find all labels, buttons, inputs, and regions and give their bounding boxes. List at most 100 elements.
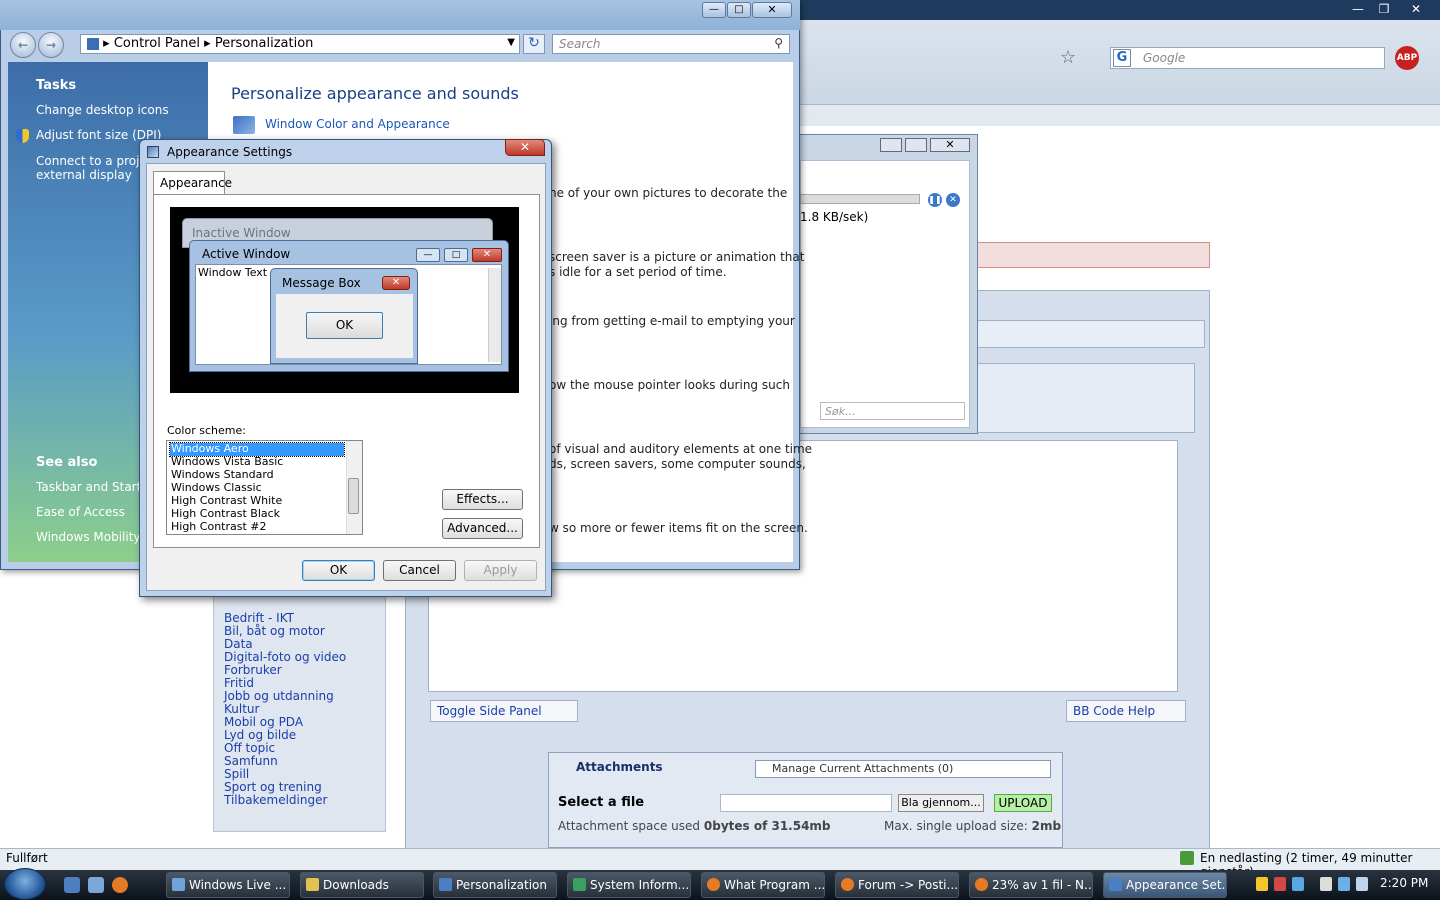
forum-category-link[interactable]: Off topic [224,741,275,755]
taskbar-item[interactable]: 23% av 1 fil - N... [969,872,1093,898]
back-icon[interactable]: ← [10,32,36,58]
apply-button[interactable]: Apply [464,560,537,581]
effects-button[interactable]: Effects... [442,489,523,510]
refresh-icon[interactable]: ↻ [523,34,545,54]
forum-category-link[interactable]: Data [224,637,253,651]
clock[interactable]: 2:20 PM [1380,876,1428,890]
bb-code-help-button[interactable]: BB Code Help [1066,700,1186,722]
maximize-icon[interactable] [905,138,927,152]
maximize-icon[interactable]: □ [727,2,751,18]
preview-active-title: Active Window [202,247,291,261]
desc-text: s idle for a set period of time. [549,265,727,279]
advanced-button[interactable]: Advanced... [442,518,523,539]
search-input[interactable]: Search ⚲ [552,34,790,54]
show-desktop-icon[interactable] [64,877,80,893]
breadcrumb-separator-icon: ▸ [103,36,110,51]
forum-category-link[interactable]: Fritid [224,676,254,690]
minimize-icon[interactable]: — [1345,0,1371,18]
forum-category-link[interactable]: Bedrift - IKT [224,611,294,625]
max-upload: Max. single upload size: 2mb [884,819,1061,833]
download-progress [800,194,920,204]
window-color-link[interactable]: Window Color and Appearance [265,117,450,131]
forum-category-link[interactable]: Bil, båt og motor [224,624,325,638]
forum-category-link[interactable]: Kultur [224,702,259,716]
close-icon[interactable]: ✕ [752,2,792,18]
display-icon [233,116,255,134]
address-bar[interactable]: ▸ Control Panel ▸ Personalization ▼ [80,34,520,54]
forum-category-link[interactable]: Tilbakemeldinger [224,793,327,807]
wifi-icon[interactable] [1338,877,1350,891]
bookmark-star-icon[interactable]: ☆ [1060,47,1076,68]
battery-icon[interactable] [1320,877,1332,891]
firefox-icon [975,878,988,891]
shield-icon [16,129,29,143]
minimize-icon[interactable] [880,138,902,152]
control-panel-icon [439,878,452,891]
taskbar-item-active[interactable]: Appearance Set... [1103,872,1227,898]
preview-message-title: Message Box [282,276,361,290]
forum-category-link[interactable]: Samfunn [224,754,278,768]
maximize-icon[interactable]: ❐ [1371,0,1397,18]
network-icon[interactable] [1292,877,1304,891]
minimize-icon[interactable]: — [702,2,726,18]
taskbar-item[interactable]: Personalization [433,872,557,898]
file-input[interactable] [720,794,892,812]
taskbar-item[interactable]: What Program ... [701,872,825,898]
ease-of-access-link[interactable]: Ease of Access [36,505,125,519]
space-used-value: 0bytes of 31.54mb [703,819,831,833]
scrollbar-thumb[interactable] [348,478,359,514]
cancel-download-icon[interactable]: ✕ [946,193,960,207]
forward-icon[interactable]: → [38,32,64,58]
see-also-heading: See also [36,455,98,470]
forum-category-link[interactable]: Spill [224,767,249,781]
scheme-option[interactable]: High Contrast #2 [170,521,344,534]
forum-category-link[interactable]: Mobil og PDA [224,715,303,729]
taskbar-item[interactable]: Forum -> Posti... [835,872,959,898]
notice-bar [975,242,1210,268]
color-scheme-label: Color scheme: [167,424,246,437]
forum-category-link[interactable]: Digital-foto og video [224,650,346,664]
browse-button[interactable]: Bla gjennom... [898,794,984,812]
shield-icon[interactable] [1256,877,1268,891]
tab-appearance[interactable]: Appearance [153,171,232,195]
switch-windows-icon[interactable] [88,877,104,893]
breadcrumb-personalization[interactable]: Personalization [215,36,314,51]
adblock-icon[interactable]: ABP [1395,46,1419,70]
close-icon[interactable]: ✕ [505,139,545,156]
forum-category-link[interactable]: Forbruker [224,663,282,677]
close-icon[interactable]: ✕ [1403,0,1429,18]
search-icon[interactable]: ⚲ [774,36,783,50]
breadcrumb-control-panel[interactable]: Control Panel [114,36,200,51]
google-search-input[interactable]: Google [1110,47,1385,69]
taskbar-item[interactable]: Downloads [300,872,424,898]
firefox-icon[interactable] [112,877,128,893]
cancel-button[interactable]: Cancel [383,560,456,581]
taskbar-item[interactable]: Windows Live ... [166,872,290,898]
space-used-label: Attachment space used [558,819,701,833]
connect-line-2: external display [36,168,132,182]
desc-text: ing from getting e-mail to emptying your [549,314,795,328]
taskbar-item[interactable]: System Inform... [567,872,691,898]
toggle-side-panel-button[interactable]: Toggle Side Panel [430,700,578,722]
forum-category-link[interactable]: Sport og trening [224,780,322,794]
taskbar-item-label: Appearance Set... [1126,878,1227,892]
chevron-down-icon[interactable]: ▼ [507,37,515,48]
volume-icon[interactable] [1356,877,1368,891]
upload-button[interactable]: UPLOAD [994,794,1052,812]
desc-text: ne of your own pictures to decorate the [549,186,788,200]
firefox-icon [841,878,854,891]
tasks-heading: Tasks [36,78,77,93]
security-icon[interactable] [1274,877,1286,891]
close-icon[interactable]: ✕ [930,138,970,152]
downloads-search-input[interactable]: Søk... [820,402,965,420]
forum-category-link[interactable]: Lyd og bilde [224,728,296,742]
forum-category-link[interactable]: Jobb og utdanning [224,689,334,703]
folder-icon [306,878,319,891]
pause-icon[interactable]: ❚❚ [928,193,942,207]
ok-button[interactable]: OK [302,560,375,581]
maximize-icon: □ [444,248,468,262]
manage-attachments-select[interactable]: Manage Current Attachments (0) [755,760,1051,778]
google-engine-icon[interactable]: G [1113,49,1131,67]
change-desktop-icons-link[interactable]: Change desktop icons [36,103,169,117]
start-button[interactable] [4,868,46,900]
